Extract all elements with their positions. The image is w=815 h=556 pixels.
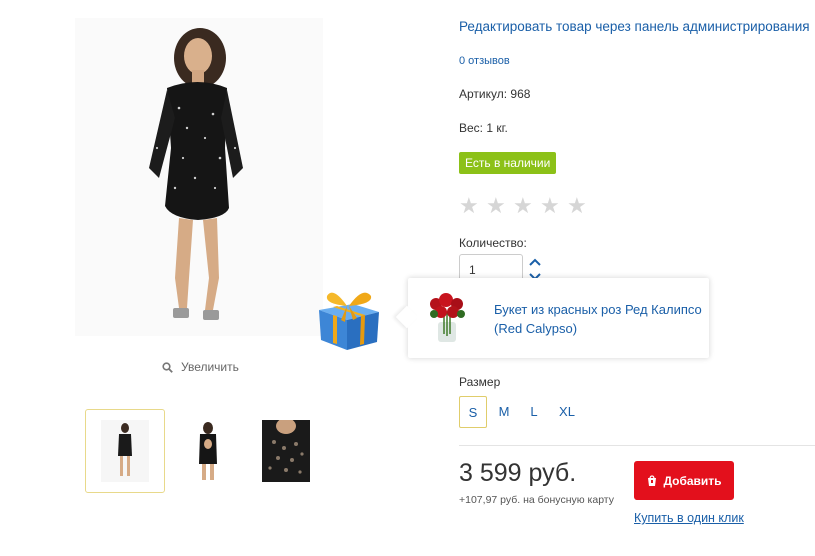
weight-text: Вес: 1 кг. bbox=[459, 121, 508, 135]
admin-edit-link[interactable]: Редактировать товар через панель админис… bbox=[459, 19, 810, 34]
size-option-l[interactable]: L bbox=[519, 396, 549, 428]
size-selector: S M L XL bbox=[459, 396, 585, 428]
dress-back-thumb bbox=[184, 420, 232, 482]
gift-popup[interactable]: Букет из красных роз Ред Калипсо (Red Ca… bbox=[408, 278, 709, 358]
star-icon[interactable]: ★ bbox=[459, 195, 479, 217]
star-icon[interactable]: ★ bbox=[513, 195, 533, 217]
product-main-image[interactable] bbox=[75, 18, 323, 336]
quantity-label: Количество: bbox=[459, 236, 527, 250]
thumbnail-1[interactable] bbox=[85, 409, 165, 493]
dress-photo bbox=[75, 18, 323, 336]
bonus-text: +107,97 руб. на бонусную карту bbox=[459, 494, 614, 506]
divider bbox=[459, 445, 815, 446]
star-icon[interactable]: ★ bbox=[540, 195, 560, 217]
thumbnail-2[interactable] bbox=[168, 409, 248, 493]
zoom-label: Увеличить bbox=[181, 360, 239, 374]
chevron-up-icon[interactable] bbox=[528, 257, 542, 267]
one-click-buy-link[interactable]: Купить в один клик bbox=[634, 511, 744, 525]
gift-icon bbox=[319, 292, 379, 350]
star-icon[interactable]: ★ bbox=[567, 195, 587, 217]
rating-stars[interactable]: ★ ★ ★ ★ ★ bbox=[459, 195, 587, 217]
sku-text: Артикул: 968 bbox=[459, 87, 531, 101]
reviews-link[interactable]: 0 отзывов bbox=[459, 55, 510, 67]
zoom-button[interactable]: Увеличить bbox=[162, 360, 239, 374]
size-option-s[interactable]: S bbox=[459, 396, 487, 428]
thumbnail-3[interactable] bbox=[246, 409, 326, 493]
dress-detail-thumb bbox=[262, 420, 310, 482]
dress-front-thumb bbox=[101, 420, 149, 482]
stock-badge: Есть в наличии bbox=[459, 152, 557, 174]
search-icon bbox=[162, 361, 173, 373]
size-option-xl[interactable]: XL bbox=[549, 396, 585, 428]
star-icon[interactable]: ★ bbox=[486, 195, 506, 217]
gift-product-link[interactable]: Букет из красных роз Ред Калипсо (Red Ca… bbox=[494, 300, 704, 338]
size-label: Размер bbox=[459, 375, 501, 389]
add-to-cart-button[interactable]: Добавить bbox=[634, 461, 734, 500]
size-option-m[interactable]: M bbox=[489, 396, 519, 428]
price: 3 599 руб. bbox=[459, 459, 577, 487]
cart-icon bbox=[648, 474, 657, 486]
rose-bouquet-image bbox=[430, 293, 465, 342]
add-button-label: Добавить bbox=[663, 473, 722, 488]
